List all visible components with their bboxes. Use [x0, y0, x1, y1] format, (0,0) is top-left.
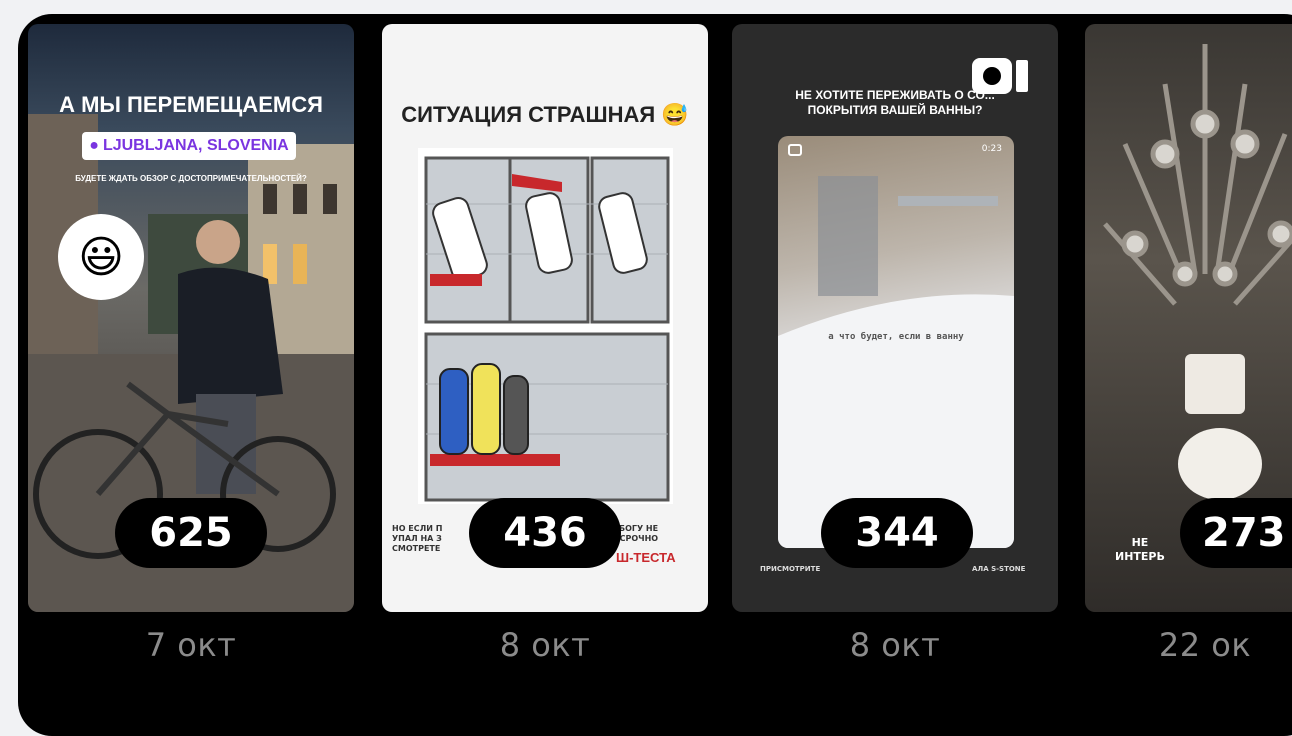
story-2-bottom-left: НО ЕСЛИ П УПАЛ НА З СМОТРЕТЕ — [392, 524, 443, 553]
video-camera-icon — [788, 144, 802, 156]
video-preview[interactable]: 0:23 а что будет, если в ванну — [778, 136, 1014, 548]
story-3-bottom-left: ПРИСМОТРИТЕ — [760, 565, 821, 573]
story-3-bottom-right: АЛА S-STONE — [972, 565, 1026, 573]
story-2-bottom-red: Ш-ТЕСТА — [616, 550, 676, 565]
story-4-bottom-text: НЕ ИНТЕРЬ — [1115, 536, 1165, 563]
view-count-badge-3: 344 — [821, 498, 973, 568]
story-date-1: 7 окт — [145, 626, 237, 664]
location-pin-icon: ● — [89, 137, 99, 154]
video-timer: 0:23 — [981, 144, 1002, 154]
view-count-badge-1: 625 — [115, 498, 267, 568]
story-date-3: 8 окт — [849, 626, 941, 664]
story-date-2: 8 окт — [499, 626, 591, 664]
story-date-4: 22 ок — [1158, 626, 1252, 664]
view-count-badge-2: 436 — [469, 498, 621, 568]
story-1-subtext: БУДЕТЕ ЖДАТЬ ОБЗОР С ДОСТОПРИМЕЧАТЕЛЬНОС… — [75, 174, 307, 183]
video-caption: а что будет, если в ванну — [828, 332, 964, 342]
location-tag[interactable]: ● LJUBLJANA, SLOVENIA — [82, 132, 296, 160]
stories-panel: А МЫ ПЕРЕМЕЩАЕМСЯ ● LJUBLJANA, SLOVENIA … — [18, 14, 1292, 736]
emoji-sticker: 😃 — [58, 214, 144, 300]
story-2-bottom-right: А БОГУ НЕ О СРОЧНО — [610, 524, 659, 543]
view-count-badge-4: 273 — [1180, 498, 1292, 568]
story-1-headline: А МЫ ПЕРЕМЕЩАЕМСЯ — [59, 92, 323, 117]
reels-icon — [970, 54, 1032, 98]
